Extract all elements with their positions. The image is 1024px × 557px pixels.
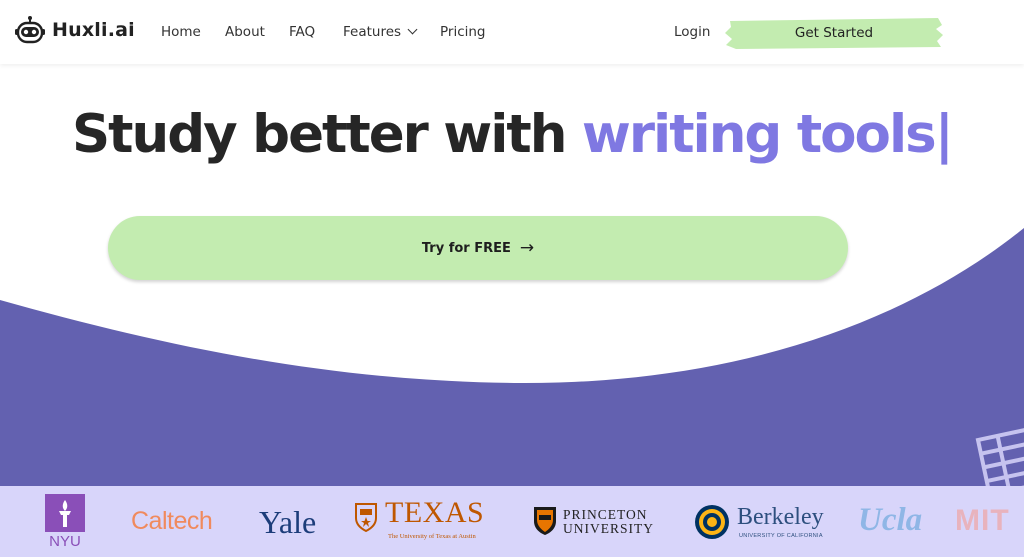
princeton-logo: PRINCETON UNIVERSITY (533, 506, 663, 540)
hero-heading-plain: Study better with (72, 104, 582, 165)
berkeley-logo: Berkeley UNIVERSITY OF CALIFORNIA (694, 504, 834, 544)
princeton-shield-icon (534, 507, 556, 535)
berkeley-label: Berkeley (737, 504, 824, 530)
nyu-label: NYU (49, 533, 81, 550)
texas-label: TEXAS (385, 496, 485, 529)
texas-subtitle: The University of Texas at Austin (388, 533, 476, 540)
princeton-label-2: UNIVERSITY (563, 521, 654, 536)
nav-faq-link[interactable]: FAQ (289, 24, 315, 40)
nav-home-link[interactable]: Home (161, 24, 201, 40)
login-link[interactable]: Login (674, 24, 710, 40)
robot-head-icon (15, 16, 45, 44)
university-logos-band: NYU Caltech Yale TEXAS The University of… (0, 486, 1024, 557)
nav-about-link[interactable]: About (225, 24, 265, 40)
nyu-logo: NYU (45, 494, 85, 552)
brand-logo[interactable]: Huxli.ai (14, 14, 135, 46)
hero-heading-accent: writing tools| (581, 104, 954, 165)
texas-logo: TEXAS The University of Texas at Austin (354, 496, 500, 548)
texas-shield-icon (355, 503, 377, 532)
try-for-free-label: Try for FREE (421, 240, 511, 256)
top-navigation: Huxli.ai Home About FAQ Features Pricing… (0, 0, 1024, 64)
brand-name: Huxli.ai (52, 19, 135, 41)
nyu-torch-icon (45, 494, 85, 532)
yale-logo: Yale (259, 504, 317, 540)
nav-features-label: Features (343, 24, 402, 40)
chevron-down-icon (407, 24, 418, 35)
berkeley-seal-icon (695, 505, 729, 539)
berkeley-subtitle: UNIVERSITY OF CALIFORNIA (739, 533, 823, 539)
get-started-button[interactable]: Get Started (724, 17, 944, 49)
ucla-logo: Ucla (858, 502, 923, 538)
nav-features-dropdown[interactable]: Features (343, 24, 418, 40)
get-started-label: Get Started (794, 25, 874, 41)
mit-logo: MIT (955, 504, 1010, 537)
arrow-right-icon: → (519, 238, 535, 258)
nav-pricing-link[interactable]: Pricing (440, 24, 486, 40)
try-for-free-button[interactable]: Try for FREE → (108, 216, 848, 280)
hero-heading: Study better with writing tools| (72, 104, 954, 165)
caltech-logo: Caltech (131, 507, 213, 535)
